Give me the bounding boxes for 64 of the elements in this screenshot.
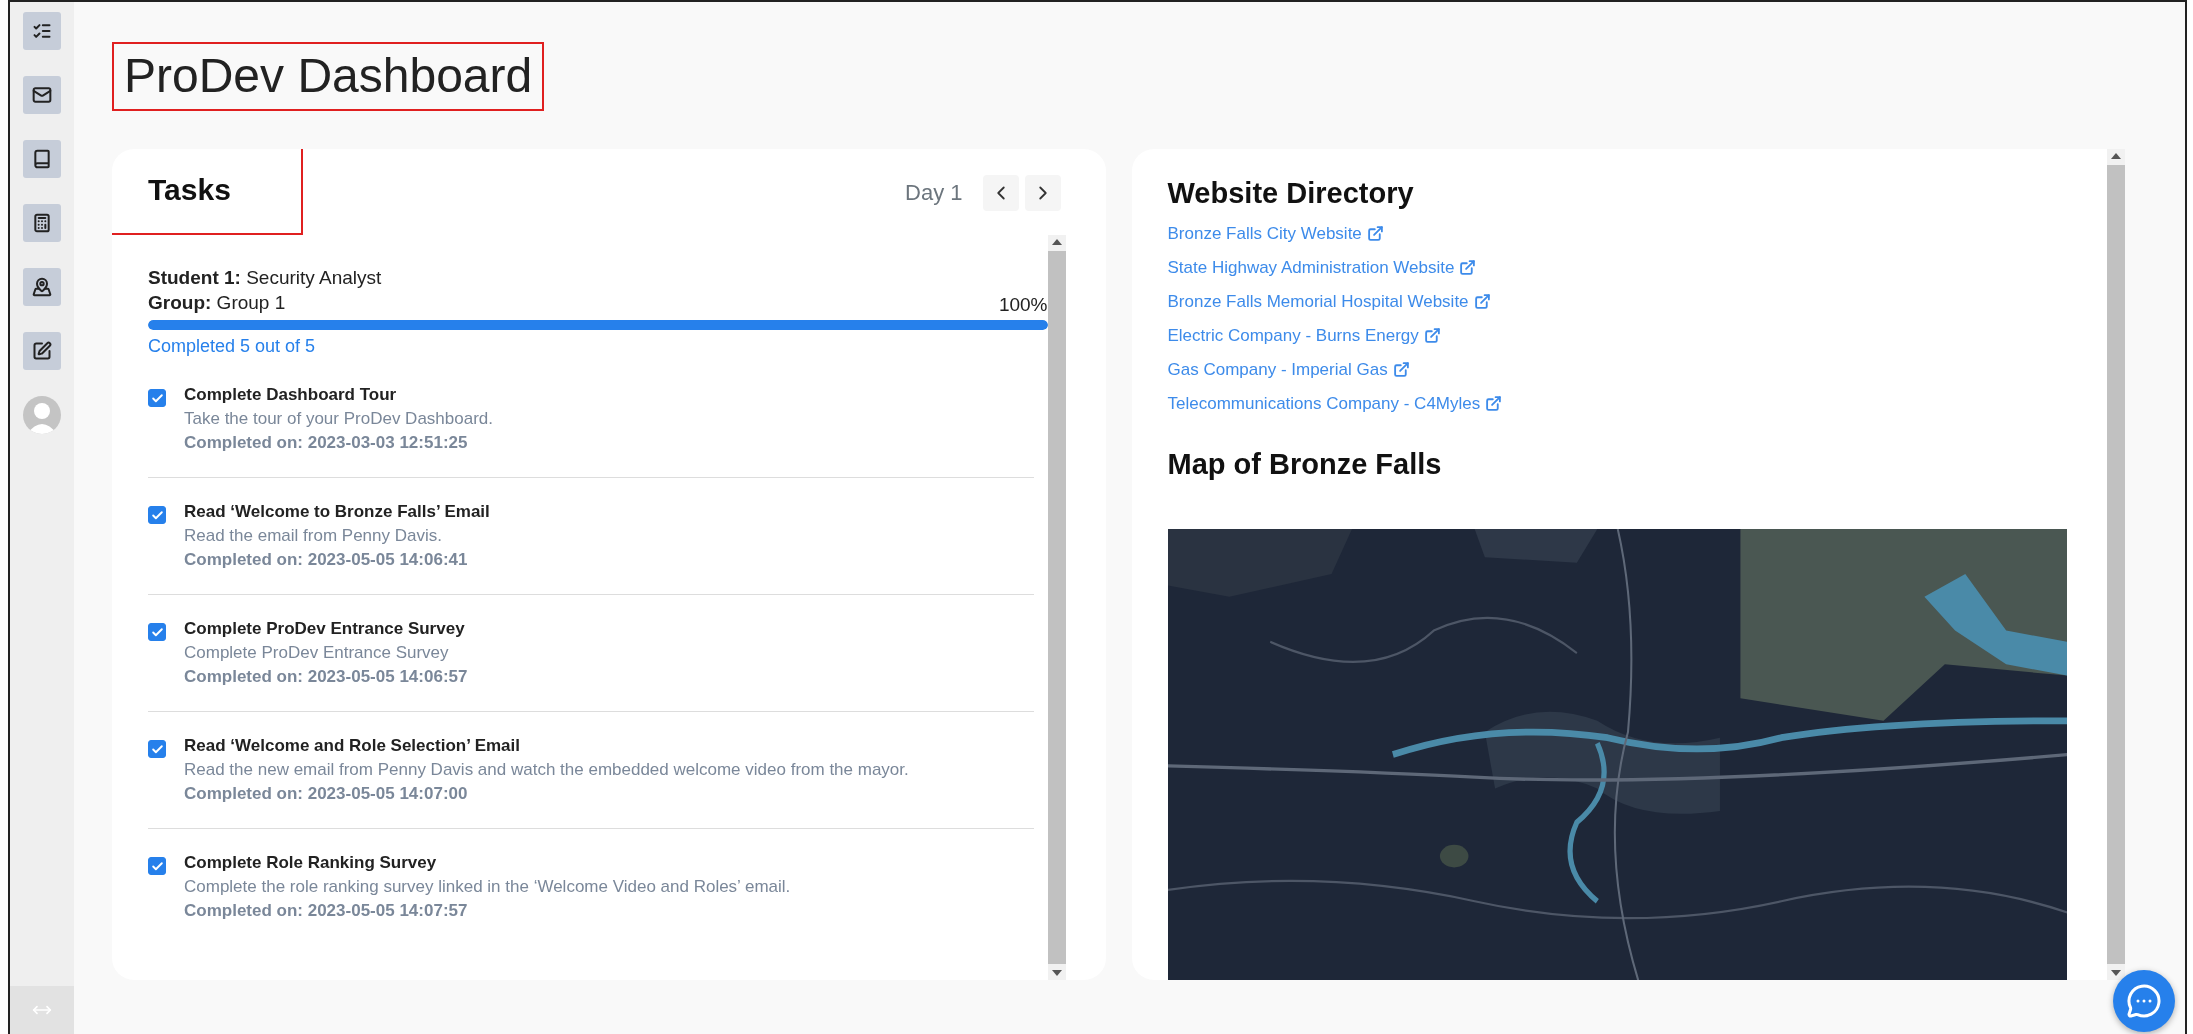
website-link[interactable]: Bronze Falls Memorial Hospital Website	[1167, 291, 1491, 312]
sidebar-button[interactable]	[23, 12, 61, 50]
sidebar-button[interactable]	[23, 332, 61, 370]
directory-heading: Website Directory	[1167, 176, 1415, 210]
task-description: Read the email from Penny Davis.	[184, 526, 443, 547]
task-completed-date: Completed on: 2023-05-05 14:07:57	[184, 901, 469, 922]
chat-bubble-icon	[2126, 983, 2162, 1019]
check-icon	[150, 742, 164, 756]
task-completed-date: Completed on: 2023-03-03 12:51:25	[184, 433, 469, 454]
next-day-button[interactable]	[1024, 174, 1061, 211]
map-heading: Map of Bronze Falls	[1167, 447, 1443, 481]
checkbox[interactable]	[148, 623, 166, 642]
tasks-heading: Tasks	[112, 148, 303, 235]
task-description: Take the tour of your ProDev Dashboard.	[184, 409, 493, 430]
task-description: Complete the role ranking survey linked in the ‘Welcome Video and Roles’ email.	[184, 877, 791, 898]
website-link[interactable]: Telecommunications Company - C4Myles	[1167, 393, 1503, 414]
scrollbar[interactable]	[1047, 234, 1066, 980]
map-pin-icon	[32, 277, 52, 297]
task-title: Read ‘Welcome and Role Selection’ Email	[184, 736, 521, 757]
previous-day-button[interactable]	[982, 174, 1019, 211]
scrollbar[interactable]	[2107, 148, 2125, 980]
sidebar-button[interactable]	[23, 268, 61, 306]
external-link-icon	[1459, 259, 1477, 277]
task-title: Read ‘Welcome to Bronze Falls’ Email	[184, 502, 490, 523]
sidebar-button[interactable]	[23, 140, 61, 178]
mail-icon	[32, 85, 52, 105]
book-icon	[32, 149, 52, 169]
group-line: Group: Group 1	[148, 291, 286, 316]
external-link-icon	[1392, 361, 1410, 379]
external-link-icon	[1423, 327, 1441, 345]
task-title: Complete Role Ranking Survey	[184, 853, 438, 874]
task-list-icon	[32, 21, 52, 41]
task-description: Complete ProDev Entrance Survey	[184, 643, 450, 664]
task-completed-date: Completed on: 2023-05-05 14:06:57	[184, 667, 468, 688]
student-line: Student 1: Security Analyst	[148, 265, 383, 290]
checkbox[interactable]	[148, 740, 166, 759]
completion-summary: Completed 5 out of 5	[148, 336, 317, 358]
checkbox[interactable]	[148, 506, 166, 525]
task-title: Complete ProDev Entrance Survey	[184, 619, 466, 640]
external-link-icon	[1366, 225, 1384, 243]
day-label: Day 1	[905, 179, 963, 206]
website-link[interactable]: Electric Company - Burns Energy	[1167, 325, 1441, 346]
task-completed-date: Completed on: 2023-05-05 14:06:41	[184, 550, 469, 571]
website-link[interactable]: Gas Company - Imperial Gas	[1167, 359, 1410, 380]
progress-percent: 100%	[998, 294, 1048, 317]
check-icon	[150, 625, 164, 639]
calculator-icon	[32, 213, 52, 233]
external-link-icon	[1485, 395, 1503, 413]
chat-button[interactable]	[2113, 970, 2175, 1032]
checkbox[interactable]	[148, 389, 166, 408]
external-link-icon	[1473, 293, 1491, 311]
page-title: ProDev Dashboard	[112, 42, 545, 111]
task-title: Complete Dashboard Tour	[184, 385, 398, 406]
check-icon	[150, 391, 164, 405]
task-completed-date: Completed on: 2023-05-05 14:07:00	[184, 784, 469, 805]
check-icon	[150, 508, 164, 522]
sidebar-button[interactable]	[23, 76, 61, 114]
edit-icon	[32, 341, 52, 361]
checkbox[interactable]	[148, 857, 166, 876]
website-link[interactable]: State Highway Administration Website	[1167, 257, 1477, 278]
check-icon	[150, 859, 164, 873]
task-description: Read the new email from Penny Davis and watch the embedded welcome video from the mayor.	[184, 760, 909, 781]
website-link[interactable]: Bronze Falls City Website	[1167, 223, 1384, 244]
sidebar-button[interactable]	[23, 204, 61, 242]
